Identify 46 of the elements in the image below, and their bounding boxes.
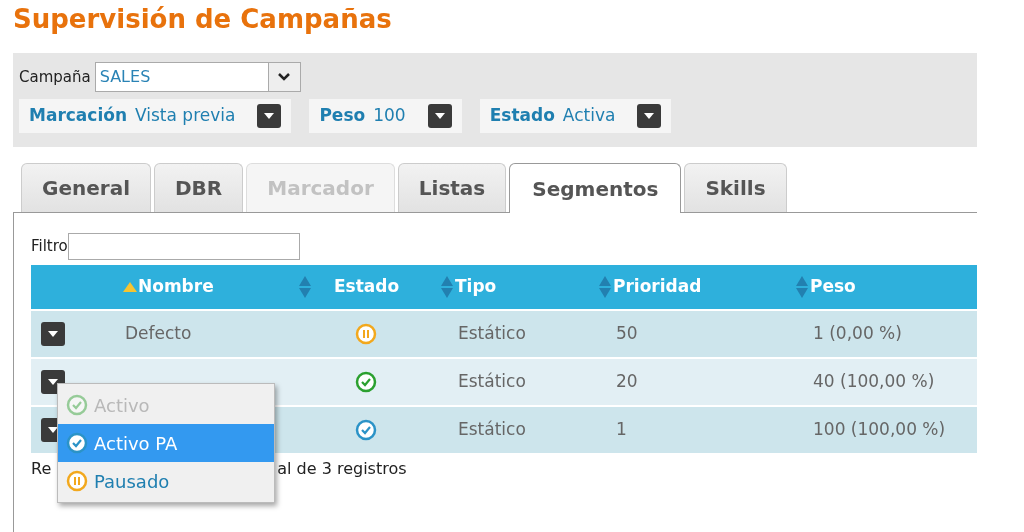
caret-icon — [48, 331, 58, 337]
column-header[interactable]: Tipo — [455, 274, 497, 300]
table-cell: Estático — [458, 419, 526, 440]
table-cell: 20 — [616, 371, 638, 392]
table-cell: 50 — [616, 323, 638, 344]
tab[interactable]: Listas — [397, 163, 507, 212]
caret-icon — [434, 113, 445, 119]
dropdown-icon — [267, 63, 300, 91]
filter-value: Activa — [562, 104, 616, 128]
filter-value: Vista previa — [135, 104, 236, 128]
tab[interactable]: Skills — [684, 163, 787, 212]
table-cell: 100 (100,00 %) — [813, 419, 946, 440]
dropdown-button[interactable] — [427, 104, 452, 128]
page-title: Supervisión de Campañas — [13, 3, 392, 36]
field-label: Campaña — [19, 66, 91, 88]
row-menu-button[interactable] — [41, 322, 65, 346]
field-label: Filtro — [31, 236, 68, 258]
filter-value: 100 — [373, 104, 406, 128]
caret-icon — [48, 427, 58, 433]
caret-icon — [48, 379, 58, 385]
caret-icon — [264, 113, 275, 119]
menu-item[interactable]: Activo PA — [58, 424, 274, 462]
caret-icon — [644, 113, 655, 119]
tab[interactable]: General — [21, 163, 151, 212]
dropdown-button[interactable] — [637, 104, 662, 128]
table-cell: 1 (0,00 %) — [813, 323, 902, 344]
footer-text: al de 3 registros — [277, 458, 407, 480]
filter-label: Marcación — [29, 104, 127, 128]
table-cell: 40 (100,00 %) — [813, 371, 935, 392]
tab[interactable]: Segmentos — [509, 163, 682, 213]
footer-text: Re — [31, 458, 52, 480]
tab[interactable]: DBR — [154, 163, 244, 212]
column-header[interactable]: Nombre — [138, 274, 214, 300]
filter-label: Peso — [319, 104, 366, 128]
table-cell: 1 — [616, 419, 627, 440]
filter-field[interactable] — [67, 233, 300, 260]
column-header[interactable]: Estado — [313, 274, 440, 300]
campaign-select[interactable]: SALES — [94, 62, 301, 92]
table-cell: Estático — [458, 323, 526, 344]
menu-item[interactable]: Pausado — [58, 462, 274, 500]
filter-label: Estado — [489, 104, 555, 128]
table-cell-text: Defecto — [125, 322, 192, 346]
table-cell: Estático — [458, 371, 526, 392]
dropdown-button[interactable] — [257, 104, 282, 128]
column-header[interactable]: Peso — [810, 274, 856, 300]
column-header[interactable]: Prioridad — [613, 274, 702, 300]
